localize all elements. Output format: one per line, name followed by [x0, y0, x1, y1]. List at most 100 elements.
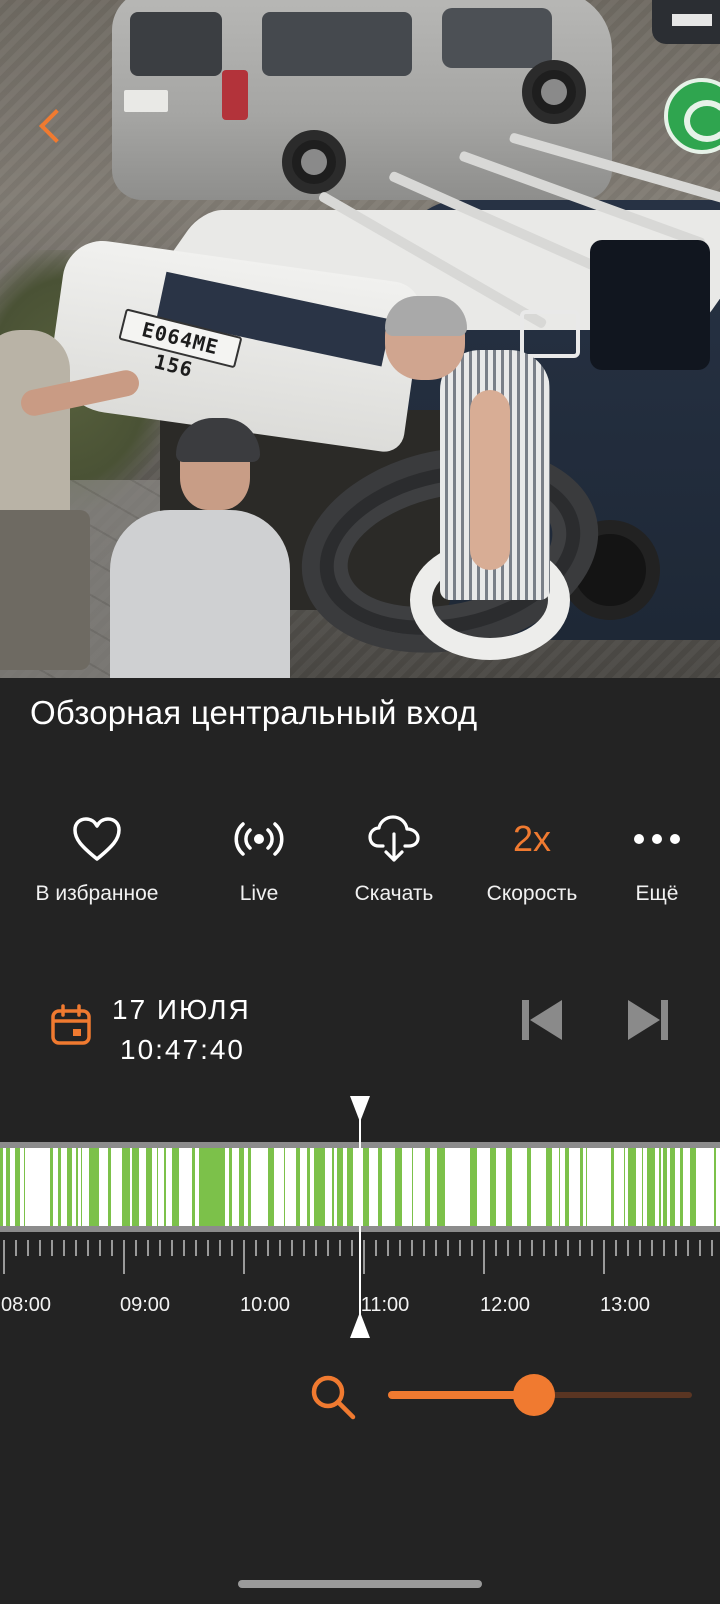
hour-label: 13:00 [599, 1294, 651, 1316]
recording-segment [470, 1148, 473, 1226]
recording-segment [473, 1148, 477, 1226]
action-bar: В избранное Live Скачать 2x Скорость Ещё [0, 810, 720, 920]
recording-segment [425, 1148, 429, 1226]
download-button[interactable]: Скачать [319, 810, 469, 910]
recording-segment [340, 1148, 343, 1226]
recording-segment [337, 1148, 340, 1226]
recording-segment [18, 1148, 20, 1226]
recording-segment [241, 1148, 244, 1226]
next-button[interactable] [624, 996, 672, 1044]
recording-segment [6, 1148, 7, 1226]
recording-segment [690, 1148, 693, 1226]
recording-segment [199, 1148, 201, 1226]
recording-segment [125, 1148, 126, 1226]
calendar-button[interactable] [50, 1004, 92, 1046]
recording-segment [654, 1148, 655, 1226]
calendar-icon [51, 1004, 91, 1045]
broadcast-icon [234, 822, 284, 856]
favorite-button[interactable]: В избранное [22, 810, 172, 910]
recording-segment [321, 1148, 325, 1226]
person-center [110, 510, 290, 678]
previous-button[interactable] [518, 996, 566, 1044]
cloud-download-icon [368, 815, 420, 862]
recording-segment [378, 1148, 380, 1226]
recording-segment [50, 1148, 51, 1226]
hour-label: 10:00 [239, 1294, 291, 1316]
camera-title: Обзорная центральный вход [30, 694, 478, 731]
recording-segment [16, 1148, 17, 1226]
recording-segment [363, 1148, 366, 1226]
current-date[interactable]: 17 ИЮЛЯ [112, 990, 251, 1030]
recording-segment [58, 1148, 61, 1226]
playhead-top-marker[interactable] [350, 1096, 370, 1122]
zoom-button[interactable] [308, 1372, 358, 1422]
recording-segment [580, 1148, 582, 1226]
recording-segment [527, 1148, 531, 1226]
recording-segment [441, 1148, 445, 1226]
recording-segment [15, 1148, 16, 1226]
recording-segment [508, 1148, 512, 1226]
recording-segment [429, 1148, 430, 1226]
recording-segment [546, 1148, 548, 1226]
recording-segment [506, 1148, 508, 1226]
hour-label: 09:00 [119, 1294, 171, 1316]
more-button[interactable]: Ещё [582, 810, 720, 910]
hour-label: 12:00 [479, 1294, 531, 1316]
recording-segment [164, 1148, 166, 1226]
recording-segment [611, 1148, 614, 1226]
recording-segment [490, 1148, 493, 1226]
back-button[interactable] [30, 100, 74, 152]
recording-segment [210, 1148, 213, 1226]
zoom-slider-knob[interactable] [513, 1374, 555, 1416]
playhead-bottom-marker[interactable] [350, 1312, 370, 1338]
recording-segment [7, 1148, 10, 1226]
recording-segment [299, 1148, 300, 1226]
recording-segment [559, 1148, 560, 1226]
recording-segment [269, 1148, 271, 1226]
recording-segment [319, 1148, 321, 1226]
recording-segment [351, 1148, 353, 1226]
zoom-slider[interactable] [388, 1374, 692, 1416]
recording-segment [248, 1148, 251, 1226]
recording-segment [229, 1148, 232, 1226]
recording-segment [67, 1148, 70, 1226]
dark-car-corner [652, 0, 720, 44]
download-label: Скачать [354, 882, 434, 905]
recording-segment [437, 1148, 441, 1226]
recording-segment [366, 1148, 369, 1226]
camera-video-view[interactable]: Е064МЕ 156 [0, 0, 720, 678]
recording-segment [565, 1148, 569, 1226]
recording-segment [399, 1148, 400, 1226]
skip-previous-icon [522, 1000, 562, 1040]
recording-segment [126, 1148, 130, 1226]
recording-segment [674, 1148, 675, 1226]
current-time[interactable]: 10:47:40 [120, 1030, 245, 1070]
recording-segment [174, 1148, 177, 1226]
live-button[interactable]: Live [184, 810, 334, 910]
recording-segment [76, 1148, 78, 1226]
person-left [0, 330, 70, 530]
recording-segment [151, 1148, 152, 1226]
playhead-line[interactable] [359, 1098, 361, 1338]
recording-segment [314, 1148, 315, 1226]
recording-segment [582, 1148, 583, 1226]
recording-segment [663, 1148, 667, 1226]
recording-segment [332, 1148, 334, 1226]
favorite-label: В избранное [35, 882, 159, 905]
recording-segment [51, 1148, 53, 1226]
recording-segment [93, 1148, 96, 1226]
recording-segment [347, 1148, 351, 1226]
recording-segment [192, 1148, 195, 1226]
recording-segment [122, 1148, 125, 1226]
recording-segment [201, 1148, 204, 1226]
recording-segment [296, 1148, 299, 1226]
recording-segment [110, 1148, 111, 1226]
recording-segment [204, 1148, 208, 1226]
recording-segment [647, 1148, 650, 1226]
home-indicator[interactable] [238, 1580, 482, 1588]
recording-segment [213, 1148, 217, 1226]
recording-segment [632, 1148, 636, 1226]
recording-segment [221, 1148, 225, 1226]
recording-segment [307, 1148, 308, 1226]
recording-segment [659, 1148, 661, 1226]
